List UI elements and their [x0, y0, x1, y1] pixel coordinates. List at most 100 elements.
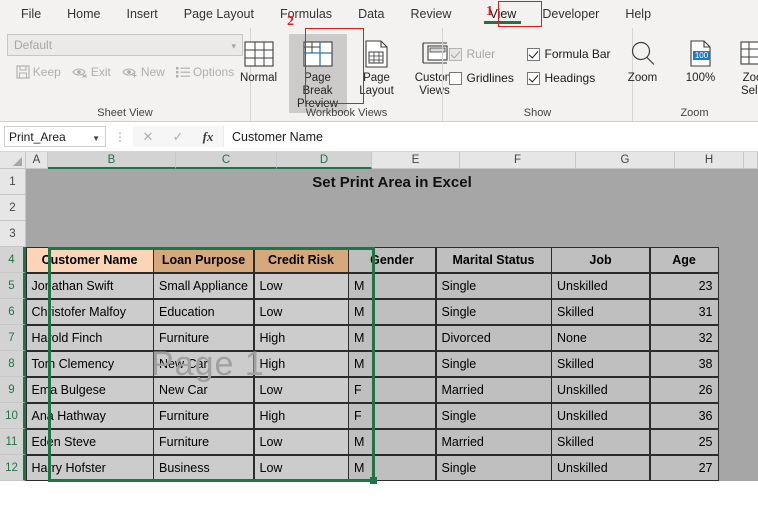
sheet-view-exit-button[interactable]: Exit	[72, 65, 111, 79]
cell-d12[interactable]: Low	[253, 454, 349, 481]
tab-file[interactable]: File	[8, 3, 54, 25]
cell-g4[interactable]: Job	[551, 246, 650, 273]
formula-bar-input[interactable]: Customer Name	[223, 126, 758, 147]
column-header-partial[interactable]	[744, 152, 758, 169]
column-header-h[interactable]: H	[675, 152, 744, 169]
tab-developer[interactable]: Developer	[529, 3, 612, 25]
tab-review[interactable]: Review	[397, 3, 464, 25]
checkbox-formula-bar[interactable]: Formula Bar	[526, 47, 627, 61]
cell-d7[interactable]: High	[253, 324, 349, 351]
sheet-view-options-button[interactable]: Options	[175, 65, 234, 79]
tab-help[interactable]: Help	[612, 3, 664, 25]
cell-e5[interactable]: M	[348, 272, 436, 299]
cell-g12[interactable]: Unskilled	[551, 454, 650, 481]
checkbox-headings[interactable]: Headings	[526, 71, 627, 85]
cancel-icon[interactable]: ✕	[133, 126, 163, 147]
cell-c7[interactable]: Furniture	[153, 324, 254, 351]
cell-h9[interactable]: 26	[649, 376, 719, 403]
cell-g6[interactable]: Skilled	[551, 298, 650, 325]
cell-h12[interactable]: 27	[649, 454, 719, 481]
row-header-12[interactable]: 12	[0, 455, 26, 481]
cell-f6[interactable]: Single	[435, 298, 552, 325]
name-box[interactable]: Print_Area ▼	[4, 126, 106, 147]
cell-b10[interactable]: Ana Hathway	[25, 402, 154, 429]
cell-b8[interactable]: Tom Clemency	[25, 350, 154, 377]
page-break-preview-button[interactable]: Page Break Preview	[288, 34, 347, 113]
cell-f5[interactable]: Single	[435, 272, 552, 299]
row-header-6[interactable]: 6	[0, 299, 26, 325]
cell-f9[interactable]: Married	[435, 376, 552, 403]
cell-f8[interactable]: Single	[435, 350, 552, 377]
cell-g8[interactable]: Skilled	[551, 350, 650, 377]
zoom-button[interactable]: Zoom	[615, 34, 671, 87]
column-header-a[interactable]: A	[26, 152, 48, 169]
cell-c9[interactable]: New Car	[153, 376, 254, 403]
row-header-10[interactable]: 10	[0, 403, 26, 429]
cell-d8[interactable]: High	[253, 350, 349, 377]
column-header-b[interactable]: B	[48, 152, 176, 169]
cell-e10[interactable]: F	[348, 402, 436, 429]
column-header-d[interactable]: D	[277, 152, 372, 169]
cell-c12[interactable]: Business	[153, 454, 254, 481]
column-header-f[interactable]: F	[460, 152, 576, 169]
cell-e11[interactable]: M	[348, 428, 436, 455]
cell-e12[interactable]: M	[348, 454, 436, 481]
cell-h4[interactable]: Age	[649, 246, 719, 273]
row-header-5[interactable]: 5	[0, 273, 26, 299]
cell-d10[interactable]: High	[253, 402, 349, 429]
row-header-11[interactable]: 11	[0, 429, 26, 455]
cell-d11[interactable]: Low	[253, 428, 349, 455]
cell-f7[interactable]: Divorced	[435, 324, 552, 351]
cell-e9[interactable]: F	[348, 376, 436, 403]
cell-b12[interactable]: Harry Hofster	[25, 454, 154, 481]
cell-h11[interactable]: 25	[649, 428, 719, 455]
tab-insert[interactable]: Insert	[114, 3, 171, 25]
cell-g9[interactable]: Unskilled	[551, 376, 650, 403]
row-header-1[interactable]: 1	[0, 169, 26, 195]
cell-h5[interactable]: 23	[649, 272, 719, 299]
sheet-title-cell[interactable]: Set Print Area in Excel	[26, 169, 758, 195]
cell-c6[interactable]: Education	[153, 298, 254, 325]
sheet-view-combo[interactable]: Default ▾	[7, 34, 243, 56]
cell-b6[interactable]: Christofer Malfoy	[25, 298, 154, 325]
row-header-4[interactable]: 4	[0, 247, 26, 273]
row-header-9[interactable]: 9	[0, 377, 26, 403]
column-header-g[interactable]: G	[576, 152, 675, 169]
row-header-7[interactable]: 7	[0, 325, 26, 351]
column-header-c[interactable]: C	[176, 152, 277, 169]
select-all-corner[interactable]	[0, 152, 26, 169]
sheet-view-keep-button[interactable]: Keep	[16, 65, 61, 79]
tab-formulas[interactable]: Formulas	[267, 3, 345, 25]
normal-view-button[interactable]: Normal	[231, 34, 287, 87]
cell-d5[interactable]: Low	[253, 272, 349, 299]
cell-g7[interactable]: None	[551, 324, 650, 351]
fx-icon[interactable]: fx	[193, 126, 223, 147]
row-header-8[interactable]: 8	[0, 351, 26, 377]
cell-e4[interactable]: Gender	[348, 246, 436, 273]
cell-f12[interactable]: Single	[435, 454, 552, 481]
cell-g11[interactable]: Skilled	[551, 428, 650, 455]
cell-b11[interactable]: Eden Steve	[25, 428, 154, 455]
sheet-view-new-button[interactable]: New	[122, 65, 165, 79]
cell-h7[interactable]: 32	[649, 324, 719, 351]
checkbox-ruler[interactable]: Ruler	[448, 47, 527, 61]
cell-g5[interactable]: Unskilled	[551, 272, 650, 299]
row-header-2[interactable]: 2	[0, 195, 26, 221]
page-layout-button[interactable]: Page Layout	[349, 34, 405, 100]
cell-d6[interactable]: Low	[253, 298, 349, 325]
cell-f10[interactable]: Single	[435, 402, 552, 429]
cell-b4[interactable]: Customer Name	[25, 246, 154, 273]
formula-bar-drag-handle[interactable]: ⋮	[114, 130, 126, 144]
cell-h10[interactable]: 36	[649, 402, 719, 429]
checkbox-gridlines[interactable]: Gridlines	[448, 71, 527, 85]
cell-d4[interactable]: Credit Risk	[253, 246, 349, 273]
tab-home[interactable]: Home	[54, 3, 113, 25]
cell-g10[interactable]: Unskilled	[551, 402, 650, 429]
tab-data[interactable]: Data	[345, 3, 397, 25]
cell-e6[interactable]: M	[348, 298, 436, 325]
cell-e8[interactable]: M	[348, 350, 436, 377]
zoom-to-selection-button[interactable]: Zoo Sele	[731, 34, 758, 100]
cell-f11[interactable]: Married	[435, 428, 552, 455]
cell-h8[interactable]: 38	[649, 350, 719, 377]
cell-e7[interactable]: M	[348, 324, 436, 351]
